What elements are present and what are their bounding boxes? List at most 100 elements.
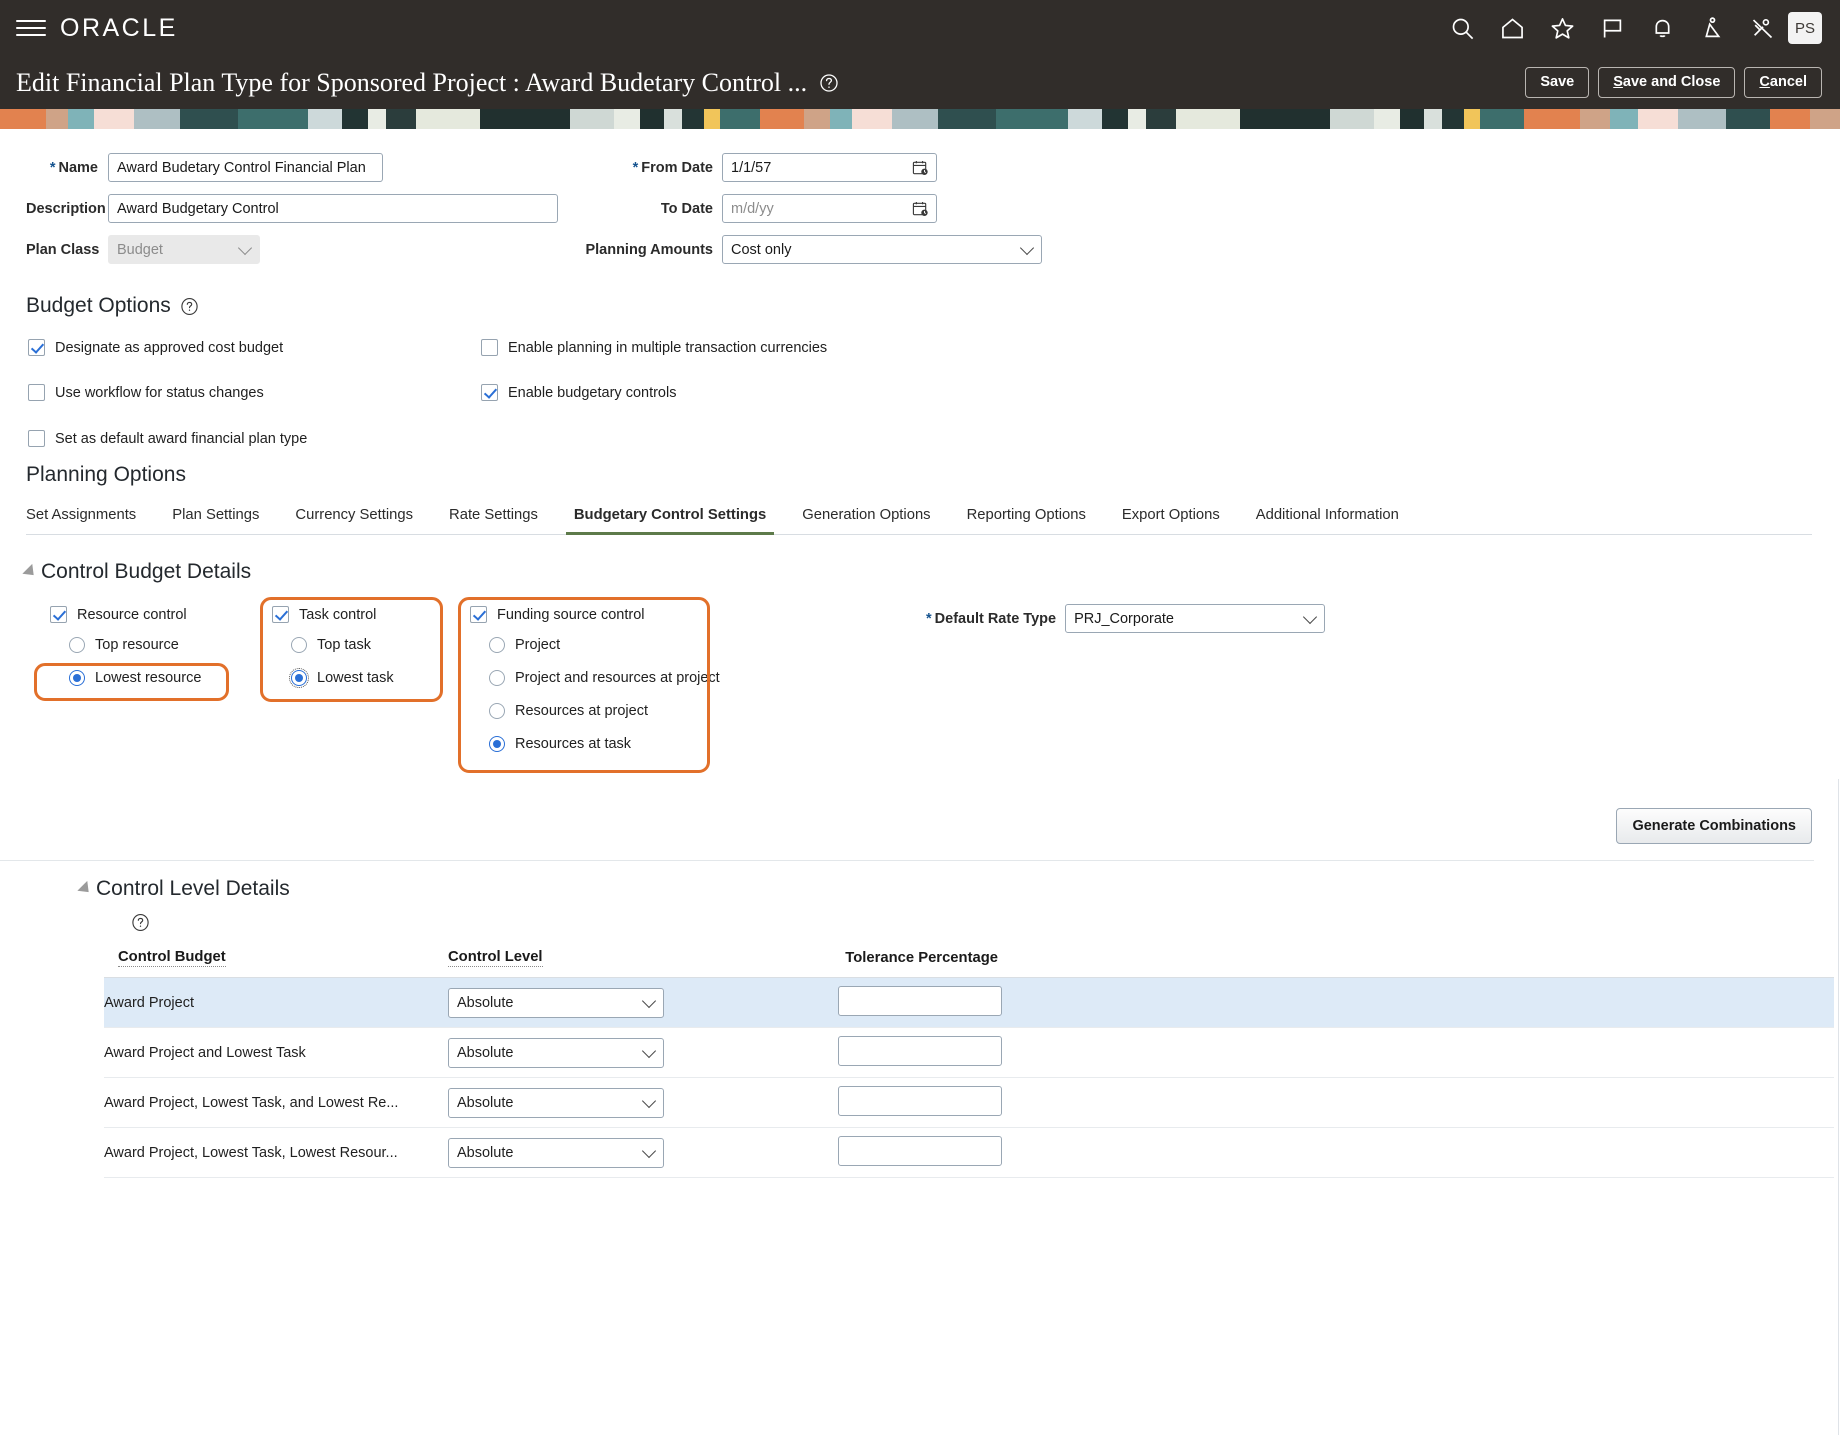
search-icon[interactable] — [1449, 15, 1476, 42]
checkbox-enable-budgetary-controls[interactable]: Enable budgetary controls — [481, 384, 676, 401]
table-row[interactable]: Award Project Absolute — [104, 977, 1834, 1028]
radio-button[interactable] — [69, 637, 85, 653]
tab-budgetary-control-settings[interactable]: Budgetary Control Settings — [556, 501, 784, 535]
tab-export-options[interactable]: Export Options — [1104, 501, 1238, 534]
checkbox-box[interactable] — [481, 339, 498, 356]
header-icon-group — [1449, 15, 1776, 42]
column-header-control-level[interactable]: Control Level — [448, 949, 748, 978]
cell-tolerance — [748, 977, 1002, 1028]
table-row[interactable]: Award Project, Lowest Task, Lowest Resou… — [104, 1127, 1834, 1178]
table-body: Award Project Absolute Award Project and… — [104, 977, 1834, 1178]
checkbox-funding-source-control[interactable]: Funding source control — [470, 606, 720, 623]
checkbox-use-workflow-status-changes[interactable]: Use workflow for status changes — [28, 384, 264, 401]
table-row[interactable]: Award Project and Lowest Task Absolute — [104, 1027, 1834, 1078]
required-indicator: * — [49, 159, 56, 176]
to-date-input[interactable]: m/d/yy — [722, 194, 937, 223]
chevron-down-icon — [237, 240, 253, 255]
flag-icon[interactable] — [1599, 15, 1626, 42]
radio-button[interactable] — [288, 667, 310, 689]
default-rate-type-select[interactable]: PRJ_Corporate — [1065, 604, 1326, 633]
cell-tolerance — [748, 1027, 1002, 1078]
checkbox-task-control[interactable]: Task control — [272, 606, 394, 623]
radio-button[interactable] — [489, 670, 505, 686]
radio-button[interactable] — [69, 670, 85, 686]
save-and-close-button[interactable]: Save and Close — [1598, 67, 1736, 98]
checkbox-box[interactable] — [50, 606, 67, 623]
radio-lowest-task[interactable]: Lowest task — [288, 667, 394, 689]
checkbox-box[interactable] — [28, 384, 45, 401]
checkbox-box[interactable] — [470, 606, 487, 623]
checkbox-box[interactable] — [28, 430, 45, 447]
page-title: Edit Financial Plan Type for Sponsored P… — [16, 67, 808, 97]
radio-project-and-resources-at-project[interactable]: Project and resources at project — [489, 670, 720, 686]
help-icon[interactable] — [131, 913, 150, 932]
tolerance-percentage-input[interactable] — [838, 985, 1002, 1016]
tab-currency-settings[interactable]: Currency Settings — [277, 501, 431, 534]
chevron-down-icon — [1019, 240, 1035, 255]
help-icon[interactable] — [819, 73, 839, 93]
checkbox-box[interactable] — [272, 606, 289, 623]
control-level-value: Absolute — [457, 994, 514, 1011]
checkbox-set-default-award-plan-type[interactable]: Set as default award financial plan type — [28, 430, 307, 447]
help-icon[interactable] — [180, 297, 199, 316]
radio-button[interactable] — [489, 736, 505, 752]
calendar-icon[interactable] — [912, 159, 929, 176]
control-level-details-heading: Control Level Details — [77, 877, 1814, 901]
tab-set-assignments[interactable]: Set Assignments — [26, 501, 154, 534]
column-header-control-budget[interactable]: Control Budget — [104, 949, 448, 978]
checkbox-designate-approved-cost-budget[interactable]: Designate as approved cost budget — [28, 339, 283, 356]
checkbox-box[interactable] — [28, 339, 45, 356]
tab-additional-information[interactable]: Additional Information — [1238, 501, 1417, 534]
cell-spacer — [1002, 1027, 1834, 1078]
tab-generation-options[interactable]: Generation Options — [784, 501, 948, 534]
cancel-button[interactable]: Cancel — [1744, 67, 1822, 98]
required-indicator: * — [926, 610, 932, 627]
description-input[interactable]: Award Budgetary Control — [108, 194, 558, 223]
avatar[interactable]: PS — [1788, 12, 1822, 44]
control-level-select[interactable]: Absolute — [448, 987, 664, 1018]
radio-button[interactable] — [489, 703, 505, 719]
notifications-bell-icon[interactable] — [1649, 15, 1676, 42]
calendar-icon[interactable] — [912, 200, 929, 217]
default-rate-type-row: * Default Rate Type PRJ_Corporate — [926, 604, 1326, 633]
name-input[interactable]: Award Budetary Control Financial Plan — [108, 153, 383, 182]
home-icon[interactable] — [1499, 15, 1526, 42]
chevron-down-icon — [641, 1093, 657, 1108]
hamburger-icon[interactable] — [16, 16, 46, 40]
tab-reporting-options[interactable]: Reporting Options — [949, 501, 1104, 534]
control-level-select[interactable]: Absolute — [448, 1137, 664, 1168]
tolerance-percentage-input[interactable] — [838, 1085, 1002, 1116]
from-date-input[interactable]: 1/1/57 — [722, 153, 937, 182]
favorites-star-icon[interactable] — [1549, 15, 1576, 42]
checkbox-box[interactable] — [481, 384, 498, 401]
disclosure-triangle-icon[interactable] — [22, 563, 39, 581]
cell-control-level: Absolute — [448, 977, 748, 1028]
tab-rate-settings[interactable]: Rate Settings — [431, 501, 556, 534]
save-button[interactable]: Save — [1525, 67, 1590, 98]
radio-top-resource[interactable]: Top resource — [69, 637, 201, 653]
radio-button[interactable] — [489, 637, 505, 653]
radio-project[interactable]: Project — [489, 637, 720, 653]
radio-top-task[interactable]: Top task — [291, 637, 394, 653]
default-rate-type-label: * Default Rate Type — [926, 610, 1057, 627]
column-header-tolerance-percentage[interactable]: Tolerance Percentage — [748, 949, 1002, 978]
control-level-select[interactable]: Absolute — [448, 1087, 664, 1118]
generate-combinations-button[interactable]: Generate Combinations — [1616, 808, 1812, 844]
control-level-select[interactable]: Absolute — [448, 1037, 664, 1068]
disclosure-triangle-icon[interactable] — [77, 880, 94, 898]
planning-amounts-select[interactable]: Cost only — [722, 235, 1042, 264]
checkbox-label: Set as default award financial plan type — [55, 430, 308, 447]
radio-button[interactable] — [291, 637, 307, 653]
checkbox-resource-control[interactable]: Resource control — [50, 606, 201, 623]
tolerance-percentage-input[interactable] — [838, 1035, 1002, 1066]
checkbox-enable-multi-currency-planning[interactable]: Enable planning in multiple transaction … — [481, 339, 827, 356]
tolerance-percentage-input[interactable] — [838, 1135, 1002, 1166]
tab-plan-settings[interactable]: Plan Settings — [154, 501, 277, 534]
accessibility-icon[interactable] — [1699, 15, 1726, 42]
table-row[interactable]: Award Project, Lowest Task, and Lowest R… — [104, 1077, 1834, 1128]
radio-label: Top task — [317, 637, 371, 653]
radio-resources-at-project[interactable]: Resources at project — [489, 703, 720, 719]
radio-lowest-resource[interactable]: Lowest resource — [69, 670, 201, 686]
settings-slash-icon[interactable] — [1749, 15, 1776, 42]
radio-resources-at-task[interactable]: Resources at task — [489, 736, 720, 752]
